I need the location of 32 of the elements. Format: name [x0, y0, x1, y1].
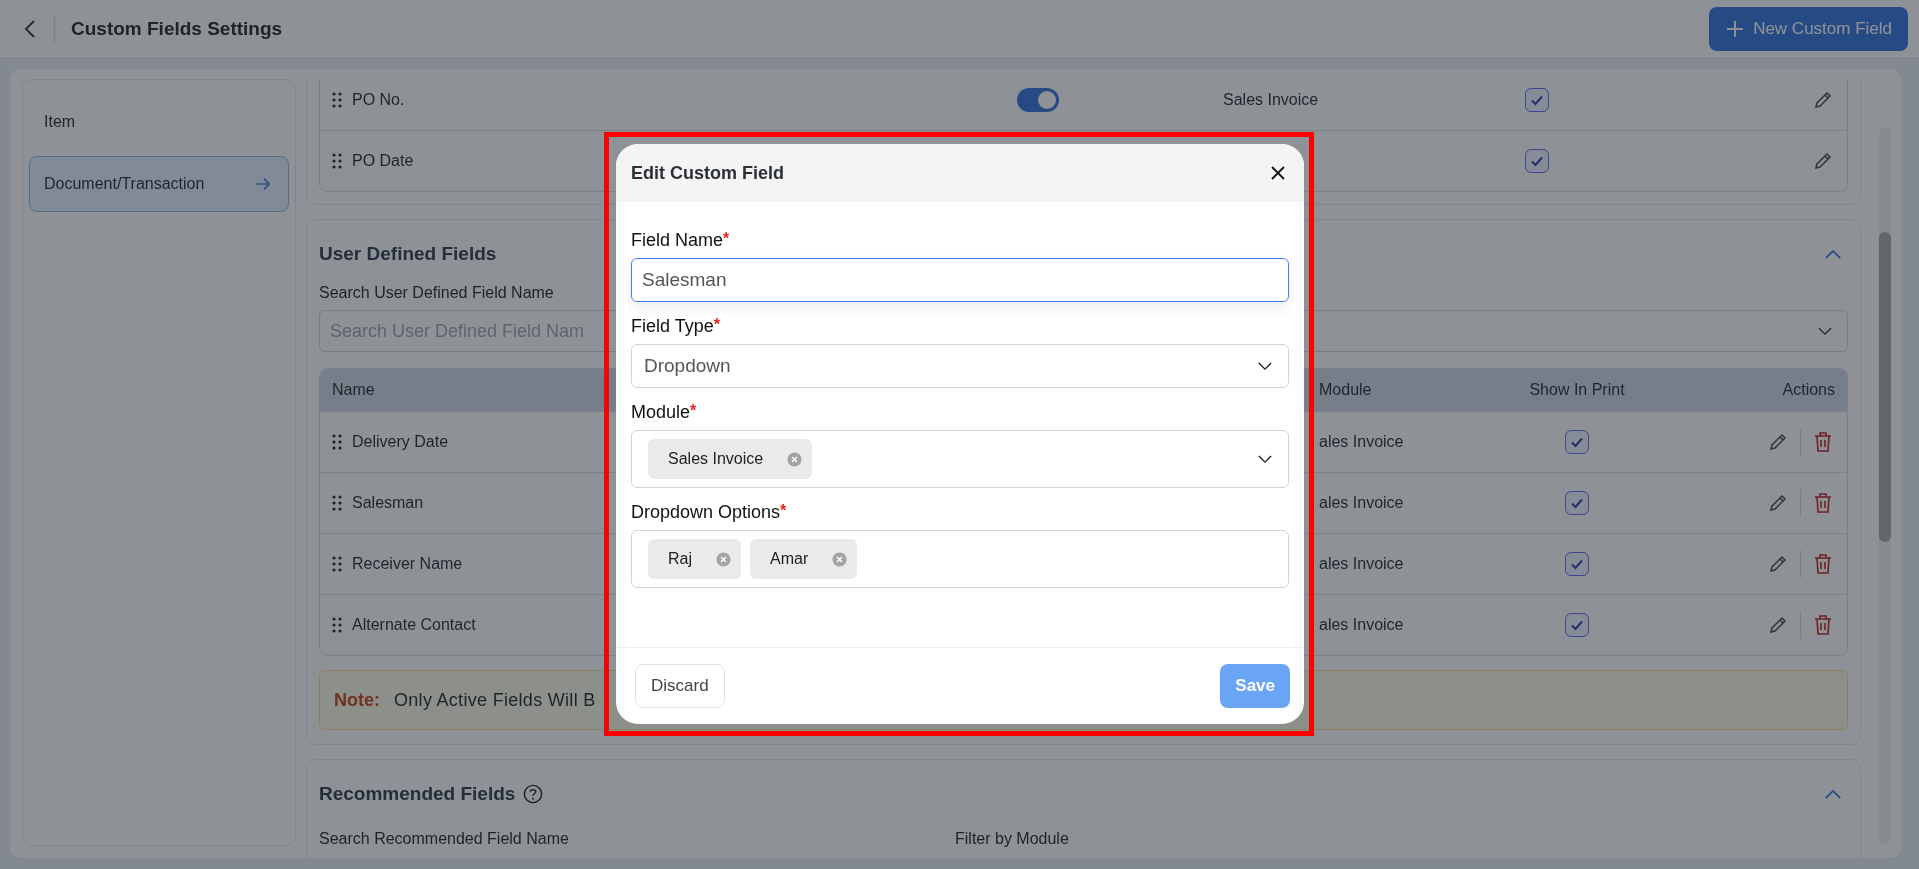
- column-header: Module: [1318, 381, 1373, 399]
- field-name: Alternate Contact: [352, 616, 476, 634]
- field-label: Field Type: [631, 316, 714, 337]
- column-header: Name: [331, 381, 376, 399]
- required-mark: *: [780, 502, 787, 519]
- field-name: Receiver Name: [352, 555, 463, 573]
- page-title: Custom Fields Settings: [71, 17, 283, 40]
- note-text: Only Active Fields Will B: [394, 689, 596, 711]
- module-name: ales Invoice: [1319, 433, 1404, 451]
- field-label: Field Name: [631, 230, 724, 251]
- module-name: Sales Invoice: [1223, 91, 1319, 109]
- module-name: ales Invoice: [1319, 494, 1404, 512]
- required-mark: *: [723, 230, 730, 248]
- field-name: Delivery Date: [352, 433, 449, 451]
- module-name: ales Invoice: [1319, 616, 1404, 634]
- field-label: Module: [631, 402, 691, 423]
- module-name: ales Invoice: [1319, 555, 1404, 573]
- section-title: User Defined Fields: [319, 243, 497, 265]
- dialog-title: Edit Custom Field: [631, 162, 784, 184]
- field-name: PO No.: [352, 91, 405, 109]
- search-label: Search Recommended Field Name: [319, 830, 570, 848]
- note-label: Note:: [334, 689, 380, 711]
- required-mark: *: [713, 316, 720, 333]
- search-label: Search User Defined Field Name: [319, 284, 555, 302]
- column-header: Actions: [1781, 381, 1836, 399]
- filter-label: Filter by Module: [955, 830, 1070, 848]
- field-name: Salesman: [352, 494, 424, 512]
- column-header: Show In Print: [1528, 381, 1626, 399]
- field-name: PO Date: [352, 152, 414, 170]
- field-label: Dropdown Options: [631, 502, 781, 523]
- section-title: Recommended Fields: [319, 783, 516, 805]
- required-mark: *: [690, 402, 697, 420]
